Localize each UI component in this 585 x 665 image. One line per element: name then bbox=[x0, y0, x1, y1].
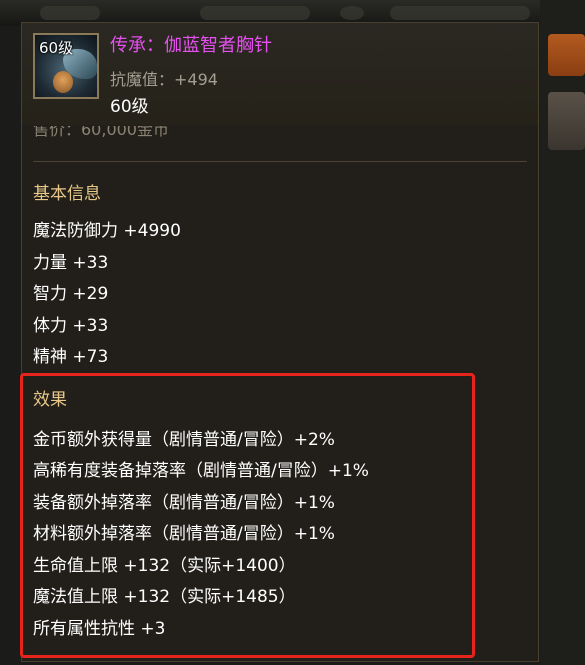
tooltip-header: 60级 传承：伽蓝智者胸针 抗魔值：+494 60级 bbox=[22, 23, 538, 125]
stat-line: 魔法防御力 +4990 bbox=[33, 221, 181, 241]
sell-price: 售价：60,000金币 bbox=[33, 126, 169, 139]
brooch-icon: 60级 bbox=[33, 33, 99, 99]
stat-line: 精神 +73 bbox=[33, 347, 109, 367]
basic-info-title: 基本信息 bbox=[33, 184, 101, 204]
effects-highlight-box bbox=[20, 373, 475, 658]
stat-line: 力量 +33 bbox=[33, 253, 109, 273]
required-level: 60级 bbox=[110, 97, 149, 117]
magic-resist-value: 抗魔值：+494 bbox=[110, 70, 218, 89]
side-button[interactable] bbox=[548, 34, 585, 76]
divider bbox=[33, 161, 527, 162]
side-button[interactable] bbox=[548, 92, 585, 150]
stat-line: 智力 +29 bbox=[33, 284, 109, 304]
item-name: 传承：伽蓝智者胸针 bbox=[110, 35, 272, 56]
icon-level-label: 60级 bbox=[39, 39, 74, 57]
stat-line: 体力 +33 bbox=[33, 316, 109, 336]
background-side-panel bbox=[540, 0, 585, 665]
